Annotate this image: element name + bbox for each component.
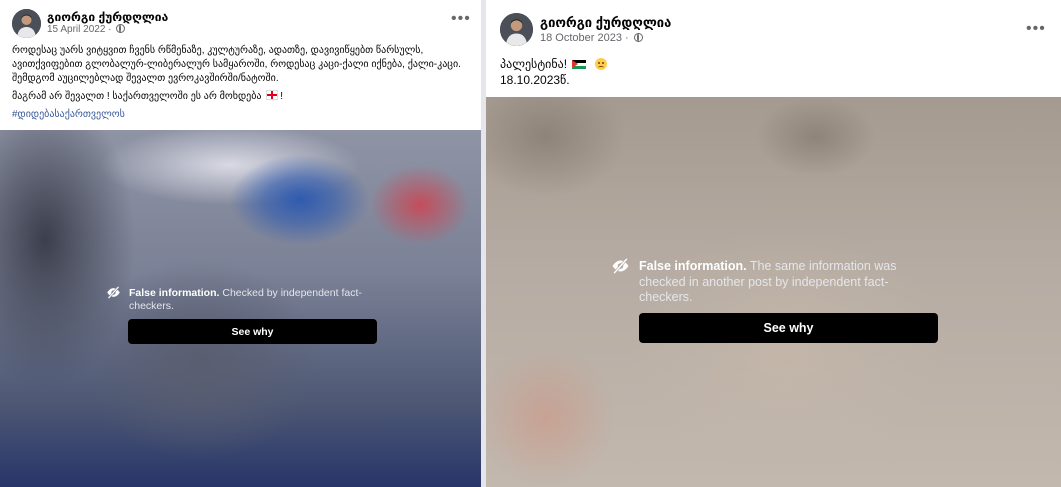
post-date: 18 October 2023 · (540, 32, 643, 44)
avatar[interactable] (500, 13, 533, 46)
post-caption: პალესტინა! 18.10.2023წ. (500, 56, 1040, 88)
caption-text: მაგრამ არ შევალთ ! საქართველოში ეს არ მო… (12, 91, 262, 102)
post-date-text[interactable]: 18 October 2023 · (540, 32, 629, 44)
post-header: გიორგი ქურდღლია 18 October 2023 · ••• (486, 0, 1061, 46)
palestine-flag-icon (572, 60, 587, 69)
author-name[interactable]: გიორგი ქურდღლია (540, 15, 671, 31)
post-date-text[interactable]: 15 April 2022 · (47, 24, 112, 35)
author-name[interactable]: გიორგი ქურდღლია (47, 10, 168, 24)
blurred-media[interactable]: False information. The same information … (486, 97, 1061, 487)
caption-text: პალესტინა! (500, 57, 568, 71)
eye-slash-icon (107, 286, 120, 299)
see-why-button[interactable]: See why (128, 319, 377, 344)
globe-icon (116, 24, 126, 33)
caption-paragraph-2: მაგრამ არ შევალთ ! საქართველოში ეს არ მო… (12, 90, 470, 104)
warning-title: False information. (129, 287, 220, 299)
globe-icon (633, 33, 643, 42)
post-header: გიორგი ქურდღლია 15 April 2022 · ••• (0, 0, 481, 40)
warning-title: False information. (639, 259, 747, 273)
post-caption: როდესაც უარს ვიტყვით ჩვენს რწმენაზე, კულ… (12, 44, 470, 122)
post-card-1: გიორგი ქურდღლია 15 April 2022 · ••• როდე… (0, 0, 481, 487)
warning-message: False information. Checked by independen… (129, 287, 377, 313)
warning-message: False information. The same information … (639, 259, 921, 306)
georgia-flag-icon (266, 90, 279, 100)
more-options-icon[interactable]: ••• (451, 10, 471, 28)
more-options-icon[interactable]: ••• (1026, 20, 1046, 38)
post-card-2: გიორგი ქურდღლია 18 October 2023 · ••• პა… (486, 0, 1061, 487)
caption-text-end: ! (280, 91, 284, 102)
see-why-button[interactable]: See why (639, 313, 938, 343)
eye-slash-icon (612, 258, 629, 274)
caption-paragraph-1: როდესაც უარს ვიტყვით ჩვენს რწმენაზე, კულ… (12, 45, 461, 84)
hashtag-link[interactable]: #დიდებასაქართველოს (12, 108, 470, 122)
blurred-media[interactable]: False information. Checked by independen… (0, 130, 481, 487)
caption-paragraph-2: 18.10.2023წ. (500, 73, 570, 87)
avatar[interactable] (12, 9, 41, 38)
caption-paragraph-1: პალესტინა! (500, 56, 1040, 72)
post-date: 15 April 2022 · (47, 24, 126, 35)
sad-face-icon (594, 58, 607, 70)
